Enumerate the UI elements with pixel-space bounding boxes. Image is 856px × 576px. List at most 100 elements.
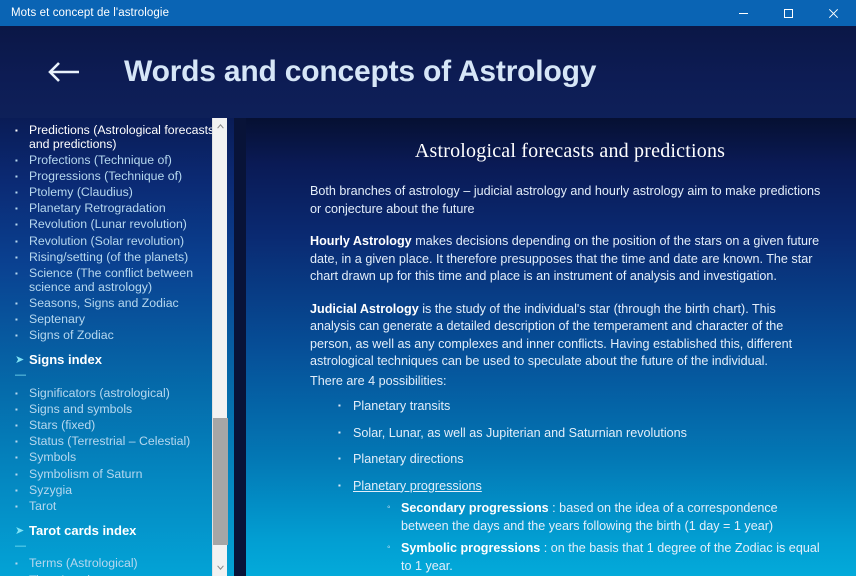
title-bar: Mots et concept de l'astrologie [0,0,856,26]
sidebar-item-label: Status (Terrestrial – Celestial) [29,434,191,449]
sidebar-group-tarot-cards-index[interactable]: ➤— Tarot cards index [14,523,222,555]
close-button[interactable] [811,0,856,26]
scroll-down-arrow-icon[interactable] [213,559,228,576]
sidebar-item-label: Time Astrology [29,573,222,576]
sidebar-item-label: Predictions (Astrological forecasts and … [29,122,215,151]
square-bullet-icon: ▪ [15,298,18,308]
sub-list-item: Secondary progressions : based on the id… [387,499,824,535]
square-bullet-icon: ▪ [15,236,18,246]
sidebar-item-label: Terms (Astrological) [29,556,138,571]
list-item-text: Planetary transits [353,399,451,413]
list-item: Planetary directions [338,450,830,469]
scroll-up-arrow-icon[interactable] [213,118,228,135]
sidebar-item-signs-of-zodiac[interactable]: ▪ Signs of Zodiac [14,328,222,344]
sidebar-item-revolution-solar[interactable]: ▪ Revolution (Solar revolution) [14,233,222,249]
sidebar-group-label: Signs index [29,352,102,368]
content-heading: Astrological forecasts and predictions [414,140,726,162]
app-header: Words and concepts of Astrology [0,26,856,118]
square-bullet-icon: ▪ [15,453,18,463]
sidebar-item-label: Stars (fixed) [29,418,96,433]
square-bullet-icon: ▪ [15,388,18,398]
maximize-button[interactable] [766,0,811,26]
sidebar-item-label: Science (The conflict between science an… [29,265,194,295]
planetary-progressions-link[interactable]: Planetary progressions [353,479,482,493]
sidebar-scrollbar[interactable] [212,118,228,576]
sidebar-list: ▪ Predictions (Astrological forecasts an… [0,118,222,576]
sidebar-item-label: Syzygia [29,482,73,497]
list-item-text: Solar, Lunar, as well as Jupiterian and … [353,425,687,440]
sidebar-item-symbolism-of-saturn[interactable]: ▪ Symbolism of Saturn [14,466,222,482]
sidebar-item-science[interactable]: ▪ Science (The conflict between science … [14,265,222,295]
possibilities-lead-text: There are 4 possibilities: [310,373,447,388]
double-chevron-icon: ➤— [15,525,26,553]
square-bullet-icon: ▪ [15,125,18,135]
paragraph-hourly-astrology: Hourly Astrology makes decisions dependi… [310,233,830,286]
sidebar-item-label: Revolution (Lunar revolution) [29,217,187,232]
square-bullet-icon: ▪ [15,315,18,325]
judicial-astrology-term: Judicial Astrology [310,301,419,316]
sidebar-item-label: Tarot [29,498,57,513]
minimize-button[interactable] [721,0,766,26]
square-bullet-icon: ▪ [14,573,29,576]
page-title: Words and concepts of Astrology [124,55,597,88]
square-bullet-icon: ▪ [15,220,18,230]
sidebar-item-label: Symbolism of Saturn [29,466,143,481]
sidebar-item-label: Planetary Retrogradation [29,201,166,216]
sidebar-item-terms[interactable]: ▪ Terms (Astrological) [14,556,222,572]
square-bullet-icon: ▪ [15,437,18,447]
square-bullet-icon: ▪ [15,155,18,165]
paragraph-intro: Both branches of astrology – judicial as… [310,183,830,218]
sidebar-item-label: Ptolemy (Claudius) [29,184,133,199]
double-chevron-icon: ➤— [15,354,26,382]
sidebar-item-label: Symbols [29,450,77,465]
sidebar-item-time-astrology[interactable]: ▪ Time Astrology [14,572,222,576]
sidebar-item-septenary[interactable]: ▪ Septenary [14,312,222,328]
sidebar-item-status[interactable]: ▪ Status (Terrestrial – Celestial) [14,434,222,450]
sidebar-item-label: Seasons, Signs and Zodiac [29,295,179,310]
sidebar-item-significators[interactable]: ▪ Significators (astrological) [14,385,222,401]
sidebar-item-label: Revolution (Solar revolution) [29,233,185,248]
sidebar-item-seasons-signs-zodiac[interactable]: ▪ Seasons, Signs and Zodiac [14,295,222,311]
sidebar-item-stars-fixed[interactable]: ▪ Stars (fixed) [14,417,222,433]
sidebar-item-syzygia[interactable]: ▪ Syzygia [14,482,222,498]
sidebar-item-profections[interactable]: ▪ Profections (Technique of) [14,152,222,168]
body-area: ▪ Predictions (Astrological forecasts an… [0,118,856,576]
scrollbar-thumb[interactable] [213,418,228,545]
content-body: Astrological forecasts and predictions B… [246,118,856,576]
sidebar-item-label: Signs of Zodiac [29,328,114,343]
square-bullet-icon: ▪ [15,469,18,479]
square-bullet-icon: ▪ [15,559,18,569]
sidebar-item-label: Septenary [29,312,86,327]
square-bullet-icon: ▪ [15,501,18,511]
sidebar-item-revolution-lunar[interactable]: ▪ Revolution (Lunar revolution) [14,217,222,233]
sidebar-item-tarot[interactable]: ▪ Tarot [14,498,222,514]
list-item: Planetary transits [338,397,830,416]
sidebar-item-signs-and-symbols[interactable]: ▪ Signs and symbols [14,401,222,417]
square-bullet-icon: ▪ [15,171,18,181]
sidebar-item-label: Progressions (Technique of) [29,168,183,183]
sidebar-group-signs-index[interactable]: ➤— Signs index [14,353,222,384]
paragraph-possibilities-lead: There are 4 possibilities: [310,373,830,391]
sidebar-item-rising-setting[interactable]: ▪ Rising/setting (of the planets) [14,249,222,265]
sidebar-item-symbols[interactable]: ▪ Symbols [14,450,222,466]
sidebar-item-label: Signs and symbols [29,401,133,416]
paragraph-intro-text: Both branches of astrology – judicial as… [310,184,821,216]
symbolic-progressions-term: Symbolic progressions [401,541,541,555]
progressions-sublist: Secondary progressions : based on the id… [353,499,824,575]
window-controls [721,0,856,26]
sidebar-item-planetary-retrogradation[interactable]: ▪ Planetary Retrogradation [14,201,222,217]
secondary-progressions-term: Secondary progressions [401,501,549,515]
sidebar-item-predictions[interactable]: ▪ Predictions (Astrological forecasts an… [14,122,222,152]
back-arrow-icon[interactable] [42,51,84,93]
square-bullet-icon: ▪ [15,421,18,431]
square-bullet-icon: ▪ [15,204,18,214]
hourly-astrology-term: Hourly Astrology [310,234,412,248]
sidebar-item-ptolemy[interactable]: ▪ Ptolemy (Claudius) [14,184,222,200]
square-bullet-icon: ▪ [15,331,18,341]
sidebar-item-progressions[interactable]: ▪ Progressions (Technique of) [14,168,222,184]
content-panel: Astrological forecasts and predictions B… [246,118,856,576]
window-title: Mots et concept de l'astrologie [11,7,170,19]
square-bullet-icon: ▪ [15,485,18,495]
sidebar-group-label: Tarot cards index [29,523,137,539]
list-item: Solar, Lunar, as well as Jupiterian and … [338,424,830,443]
